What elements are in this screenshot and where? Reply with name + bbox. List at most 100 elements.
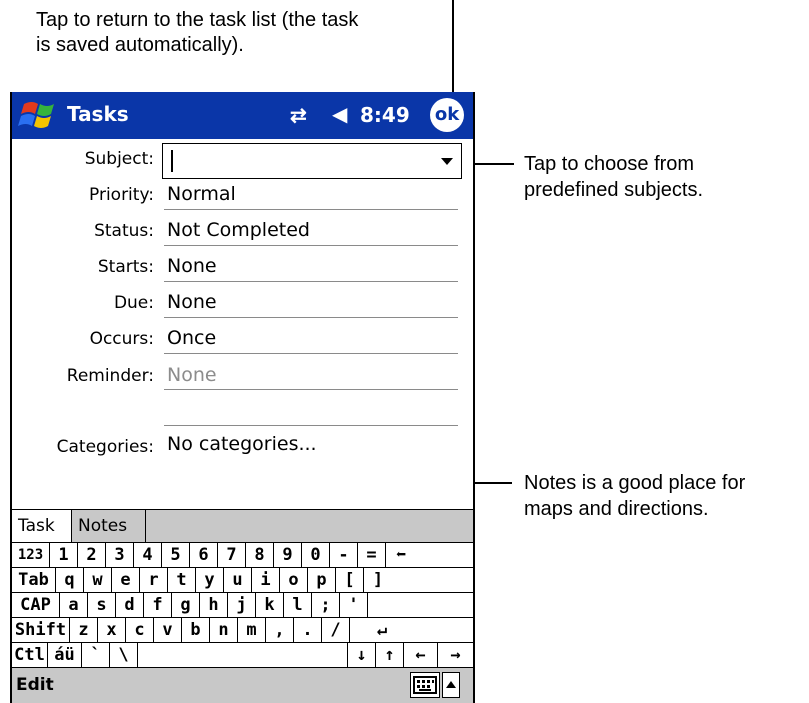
key-s[interactable]: s	[88, 593, 116, 617]
key-n[interactable]: n	[210, 618, 238, 642]
backspace-icon[interactable]: ⬅	[386, 543, 416, 567]
clock[interactable]: 8:49	[360, 103, 410, 127]
reminder-underline	[164, 389, 458, 390]
tab-strip: Task Notes	[12, 509, 473, 543]
pocketpc-screen: Task s ⇄ ◀ 8:49 ok Subject: Priority: Nor…	[10, 92, 475, 703]
input-selector-arrow-icon[interactable]	[442, 672, 460, 698]
due-field[interactable]: None	[167, 291, 217, 313]
keyboard-row-2: Tab q w e r t y u i o p [ ]	[12, 568, 473, 593]
subject-dropdown[interactable]	[162, 143, 462, 179]
key-h[interactable]: h	[200, 593, 228, 617]
priority-underline	[164, 209, 458, 210]
key-d[interactable]: d	[116, 593, 144, 617]
tab-notes[interactable]: Notes	[72, 510, 146, 542]
key-c[interactable]: c	[126, 618, 154, 642]
key-equals[interactable]: =	[358, 543, 386, 567]
key-t[interactable]: t	[168, 568, 196, 592]
arrow-right-icon[interactable]: →	[438, 643, 473, 667]
key-backtick[interactable]: `	[82, 643, 110, 667]
due-label: Due:	[113, 293, 154, 313]
key-period[interactable]: .	[294, 618, 322, 642]
key-space[interactable]	[138, 643, 348, 667]
key-m[interactable]: m	[238, 618, 266, 642]
key-3[interactable]: 3	[106, 543, 134, 567]
arrow-up-icon[interactable]: ↑	[376, 643, 404, 667]
subject-label: Subject:	[84, 149, 154, 169]
task-form: Subject: Priority: Normal Status: Not Co…	[12, 139, 473, 509]
key-9[interactable]: 9	[274, 543, 302, 567]
key-u[interactable]: u	[224, 568, 252, 592]
key-o[interactable]: o	[280, 568, 308, 592]
key-a[interactable]: a	[60, 593, 88, 617]
keyboard-icon[interactable]	[410, 672, 440, 698]
key-r[interactable]: r	[140, 568, 168, 592]
priority-field[interactable]: Normal	[167, 183, 236, 205]
categories-field[interactable]: No categories...	[167, 433, 317, 455]
soft-keyboard: 123 1 2 3 4 5 6 7 8 9 0 - = ⬅ Tab q w e …	[12, 543, 473, 667]
edit-menu[interactable]: Edit	[16, 675, 54, 695]
status-field[interactable]: Not Completed	[167, 219, 310, 241]
speaker-icon[interactable]: ◀	[332, 102, 347, 127]
key-slash[interactable]: /	[322, 618, 350, 642]
keyboard-row-5: Ctl áü ` \ ↓ ↑ ← →	[12, 643, 473, 668]
key-x[interactable]: x	[98, 618, 126, 642]
key-5[interactable]: 5	[162, 543, 190, 567]
occurs-underline	[164, 353, 458, 354]
key-7[interactable]: 7	[218, 543, 246, 567]
key-g[interactable]: g	[172, 593, 200, 617]
key-backslash[interactable]: \	[110, 643, 138, 667]
key-tab[interactable]: Tab	[12, 568, 56, 592]
key-z[interactable]: z	[70, 618, 98, 642]
key-semicolon[interactable]: ;	[312, 593, 340, 617]
callout-notes-line2: maps and directions.	[524, 498, 709, 520]
reminder-field[interactable]: None	[167, 364, 217, 386]
arrow-down-icon[interactable]: ↓	[348, 643, 376, 667]
key-4[interactable]: 4	[134, 543, 162, 567]
key-y[interactable]: y	[196, 568, 224, 592]
key-f[interactable]: f	[144, 593, 172, 617]
arrow-left-icon[interactable]: ←	[404, 643, 438, 667]
callout-subject-line2: predefined subjects.	[524, 179, 704, 201]
status-underline	[164, 245, 458, 246]
connectivity-icon[interactable]: ⇄	[290, 103, 307, 128]
key-apostrophe[interactable]: '	[340, 593, 368, 617]
text-caret	[171, 150, 173, 172]
key-e[interactable]: e	[112, 568, 140, 592]
key-p[interactable]: p	[308, 568, 336, 592]
reminder-label: Reminder:	[66, 366, 154, 386]
key-w[interactable]: w	[84, 568, 112, 592]
key-q[interactable]: q	[56, 568, 84, 592]
priority-label: Priority:	[89, 185, 154, 205]
key-8[interactable]: 8	[246, 543, 274, 567]
key-right-bracket[interactable]: ]	[364, 568, 392, 592]
key-k[interactable]: k	[256, 593, 284, 617]
key-left-bracket[interactable]: [	[336, 568, 364, 592]
key-caps[interactable]: CAP	[12, 593, 60, 617]
key-6[interactable]: 6	[190, 543, 218, 567]
windows-start-icon[interactable]	[14, 96, 60, 136]
key-j[interactable]: j	[228, 593, 256, 617]
key-2[interactable]: 2	[78, 543, 106, 567]
ok-button[interactable]: ok	[430, 98, 464, 132]
key-b[interactable]: b	[182, 618, 210, 642]
key-ctrl[interactable]: Ctl	[12, 643, 48, 667]
key-1[interactable]: 1	[50, 543, 78, 567]
chevron-down-icon[interactable]	[441, 158, 453, 165]
key-123[interactable]: 123	[12, 543, 50, 567]
categories-label: Categories:	[56, 437, 154, 457]
key-accents[interactable]: áü	[48, 643, 82, 667]
key-minus[interactable]: -	[330, 543, 358, 567]
key-comma[interactable]: ,	[266, 618, 294, 642]
tab-task[interactable]: Task	[12, 510, 72, 542]
key-shift[interactable]: Shift	[12, 618, 70, 642]
key-v[interactable]: v	[154, 618, 182, 642]
reminder-extra-underline	[164, 425, 458, 426]
key-0[interactable]: 0	[302, 543, 330, 567]
key-l[interactable]: l	[284, 593, 312, 617]
occurs-field[interactable]: Once	[167, 327, 216, 349]
enter-icon[interactable]: ↵	[350, 618, 414, 642]
key-i[interactable]: i	[252, 568, 280, 592]
starts-field[interactable]: None	[167, 255, 217, 277]
callout-ok-leader	[452, 0, 454, 104]
keyboard-row-1: 123 1 2 3 4 5 6 7 8 9 0 - = ⬅	[12, 543, 473, 568]
